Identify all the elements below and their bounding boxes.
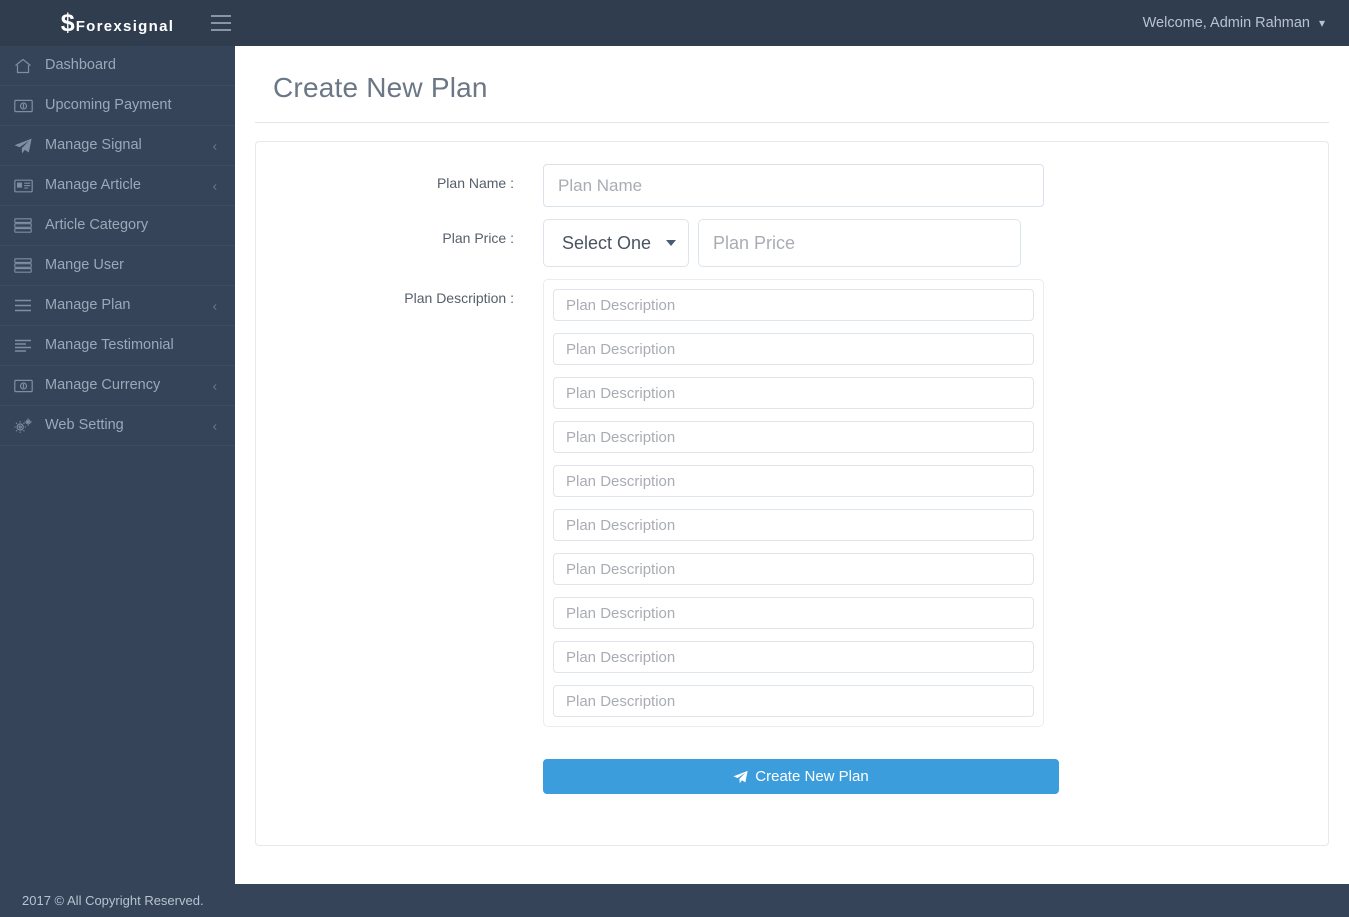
plan-price-select-wrap: Select One	[543, 219, 689, 267]
sidebar-item-manage-article[interactable]: Manage Article ‹	[0, 166, 235, 206]
plan-description-row: Plan Description :	[256, 279, 1328, 727]
chevron-left-icon: ‹	[212, 178, 217, 193]
sidebar-item-mange-user[interactable]: Mange User	[0, 246, 235, 286]
plan-price-input[interactable]	[698, 219, 1021, 267]
id-card-icon	[14, 177, 38, 195]
plan-price-row: Plan Price : Select One	[256, 219, 1328, 267]
brand-name: Forexsignal	[75, 17, 175, 35]
plan-description-input-4[interactable]	[553, 421, 1034, 453]
sidebar-item-dashboard[interactable]: Dashboard	[0, 46, 235, 86]
sidebar-item-label: Manage Signal	[45, 137, 142, 154]
sidebar-item-label: Dashboard	[45, 57, 116, 74]
submit-row: Create New Plan	[256, 759, 1328, 794]
plan-price-select[interactable]: Select One	[543, 219, 689, 267]
plan-description-input-8[interactable]	[553, 597, 1034, 629]
copyright-text: 2017 © All Copyright Reserved.	[22, 893, 204, 908]
plan-description-field	[543, 279, 1328, 727]
hamburger-icon[interactable]	[198, 0, 244, 46]
sidebar-item-manage-signal[interactable]: Manage Signal ‹	[0, 126, 235, 166]
align-left-icon	[14, 337, 38, 355]
sidebar-item-manage-testimonial[interactable]: Manage Testimonial	[0, 326, 235, 366]
plan-description-input-7[interactable]	[553, 553, 1034, 585]
plan-name-row: Plan Name :	[256, 164, 1328, 207]
sidebar-item-label: Manage Article	[45, 177, 141, 194]
plan-name-field	[543, 164, 1328, 207]
plan-price-label: Plan Price :	[442, 230, 514, 246]
chevron-left-icon: ‹	[212, 418, 217, 433]
submit-spacer	[256, 759, 543, 794]
top-bar: $ Forexsignal Welcome, Admin Rahman ▾	[0, 0, 1349, 46]
plan-description-input-2[interactable]	[553, 333, 1034, 365]
bars-icon	[14, 297, 38, 315]
sidebar-item-label: Manage Plan	[45, 297, 131, 314]
title-divider	[255, 122, 1329, 123]
server-icon	[14, 217, 38, 235]
sidebar-item-manage-plan[interactable]: Manage Plan ‹	[0, 286, 235, 326]
chevron-left-icon: ‹	[212, 138, 217, 153]
plan-description-input-1[interactable]	[553, 289, 1034, 321]
plan-description-input-9[interactable]	[553, 641, 1034, 673]
welcome-label: Welcome, Admin Rahman	[1142, 15, 1310, 31]
sidebar-item-label: Article Category	[45, 217, 149, 234]
main-content: Create New Plan Plan Name : Plan Price :…	[235, 46, 1349, 884]
home-icon	[14, 57, 38, 75]
sidebar-item-article-category[interactable]: Article Category	[0, 206, 235, 246]
chevron-left-icon: ‹	[212, 378, 217, 393]
hamburger-line	[211, 22, 231, 24]
plan-name-label: Plan Name :	[436, 175, 514, 191]
cogs-icon	[14, 417, 38, 435]
paper-plane-icon	[14, 137, 38, 155]
plan-price-field: Select One	[543, 219, 1328, 267]
paper-plane-icon	[733, 770, 748, 784]
create-new-plan-button-label: Create New Plan	[755, 768, 869, 785]
sidebar-item-label: Upcoming Payment	[45, 97, 172, 114]
sidebar-item-manage-currency[interactable]: Manage Currency ‹	[0, 366, 235, 406]
sidebar-item-upcoming-payment[interactable]: Upcoming Payment	[0, 86, 235, 126]
chevron-down-icon: ▾	[1318, 16, 1325, 30]
sidebar-item-label: Manage Currency	[45, 377, 161, 394]
money-bill-icon	[14, 97, 38, 115]
sidebar-item-label: Web Setting	[45, 417, 124, 434]
dollar-icon: $	[60, 8, 75, 37]
user-menu[interactable]: Welcome, Admin Rahman ▾	[1143, 15, 1325, 31]
plan-description-input-6[interactable]	[553, 509, 1034, 541]
hamburger-line	[211, 29, 231, 31]
create-new-plan-button[interactable]: Create New Plan	[543, 759, 1059, 794]
create-plan-card: Plan Name : Plan Price : Select One Plan…	[255, 141, 1329, 846]
server-icon	[14, 257, 38, 275]
plan-description-input-3[interactable]	[553, 377, 1034, 409]
brand-text: $ Forexsignal	[60, 8, 175, 37]
plan-description-box	[543, 279, 1044, 727]
plan-description-input-10[interactable]	[553, 685, 1034, 717]
hamburger-line	[211, 15, 231, 17]
sidebar-item-web-setting[interactable]: Web Setting ‹	[0, 406, 235, 446]
plan-description-input-5[interactable]	[553, 465, 1034, 497]
footer: 2017 © All Copyright Reserved.	[0, 884, 1349, 917]
money-bill-icon	[14, 377, 38, 395]
chevron-left-icon: ‹	[212, 298, 217, 313]
sidebar: Dashboard Upcoming Payment Manage Signal…	[0, 46, 235, 917]
sidebar-item-label: Manage Testimonial	[45, 337, 174, 354]
sidebar-item-label: Mange User	[45, 257, 124, 274]
plan-name-input[interactable]	[543, 164, 1044, 207]
page-title: Create New Plan	[273, 72, 488, 103]
plan-description-label: Plan Description :	[404, 290, 514, 306]
